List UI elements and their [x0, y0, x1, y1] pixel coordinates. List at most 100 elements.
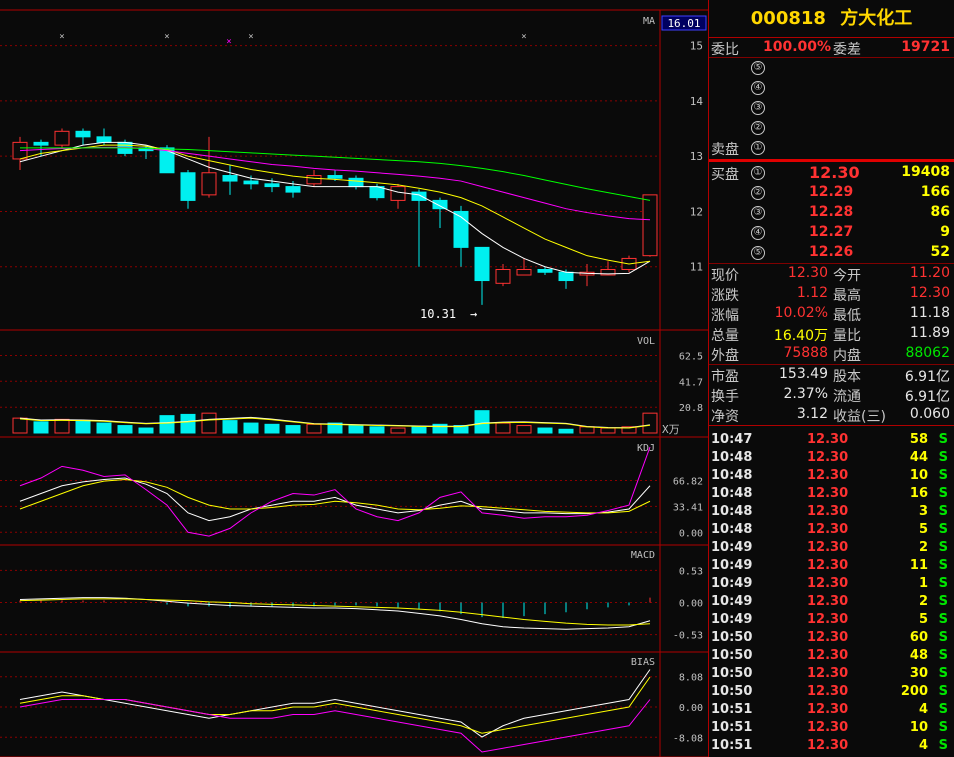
tick-volume: 5: [918, 612, 928, 627]
ma20-line: [19, 146, 651, 221]
volume-bar: [285, 425, 301, 434]
buy-order-row: ④ 12.27 9: [709, 223, 954, 243]
volume-bar: [558, 428, 574, 434]
tick-volume: 44: [909, 450, 928, 465]
buy-volume: 52: [930, 244, 950, 260]
tick-side: S: [938, 558, 948, 573]
signal-marker: ×: [248, 32, 253, 42]
bias-tick-label: -8.08: [673, 733, 703, 744]
price-panel-label: MA: [643, 16, 655, 27]
candle-body: [243, 180, 259, 185]
tick-row: 10:51 12.30 10 S: [709, 718, 954, 736]
macd-tick-label: -0.53: [673, 631, 703, 642]
tick-side: S: [938, 450, 948, 465]
tick-volume: 10: [909, 720, 928, 735]
tick-row: 10:51 12.30 4 S: [709, 736, 954, 754]
buy-volume: 9: [940, 224, 950, 240]
level-number: ⑤: [751, 61, 765, 75]
stat-label: 涨跌: [711, 288, 739, 304]
tick-row: 10:48 12.30 10 S: [709, 466, 954, 484]
sell-order-row: ②: [709, 118, 954, 138]
level-number: ②: [751, 186, 765, 200]
tick-price: 12.30: [807, 450, 849, 465]
kdj-panel-label: KDJ: [637, 443, 655, 454]
tick-price: 12.30: [807, 540, 849, 555]
volume-bar: [537, 427, 553, 434]
tick-side: S: [938, 648, 948, 663]
volume-tick-label: 62.5: [679, 352, 703, 363]
stat-value: 88062: [905, 345, 950, 361]
stat-value: 0.060: [909, 406, 950, 422]
tick-side: S: [938, 738, 948, 753]
stock-title: 000818 方大化工: [709, 0, 954, 38]
volume-bar: [411, 426, 427, 434]
stat-value: 153.49: [779, 366, 828, 382]
stat-value: 2.37%: [783, 386, 828, 402]
volume-bar: [222, 420, 238, 434]
tick-side: S: [938, 720, 948, 735]
sell-order-row: 卖盘 ①: [709, 138, 954, 158]
tick-volume: 4: [918, 702, 928, 717]
tick-time: 10:51: [711, 738, 753, 753]
volume-bar: [600, 427, 616, 434]
tick-row: 10:51 12.30 4 S: [709, 700, 954, 718]
tick-time: 10:49: [711, 594, 753, 609]
price-tick-label: 11: [690, 261, 703, 274]
macd-tick-label: 0.00: [679, 599, 703, 610]
fundamental-row: 净资 3.12 收益(三) 0.060: [709, 405, 954, 425]
stat-row: 涨跌 1.12 最高 12.30: [709, 284, 954, 304]
candle-body: [54, 130, 70, 146]
buy-volume: 19408: [901, 164, 950, 180]
tick-time: 10:48: [711, 504, 753, 519]
stat-value: 10.02%: [774, 305, 828, 321]
signal-marker: ×: [226, 37, 231, 47]
tick-side: S: [938, 594, 948, 609]
tick-price: 12.30: [807, 576, 849, 591]
tick-row: 10:50 12.30 60 S: [709, 628, 954, 646]
fundamental-row: 市盈 153.49 股本 6.91亿: [709, 365, 954, 385]
kline-chart[interactable]: 15 14 13 12 11 MA 16.01 × × × × × 10.31 → 62.5 41.7 20.8…: [0, 0, 708, 757]
weibi-value: 100.00%: [763, 39, 832, 55]
tick-row: 10:50 12.30 30 S: [709, 664, 954, 682]
tick-time: 10:49: [711, 558, 753, 573]
stat-label: 换手: [711, 389, 739, 405]
volume-bar: [117, 425, 133, 434]
price-tick-label: 14: [690, 95, 704, 108]
price-tick-label: 13: [690, 150, 703, 163]
tick-price: 12.30: [807, 558, 849, 573]
stat-value: 11.18: [909, 305, 950, 321]
stat-row: 总量 16.40万 量比 11.89: [709, 324, 954, 344]
stat-label: 股本: [833, 369, 861, 385]
tick-side: S: [938, 612, 948, 627]
tick-time: 10:50: [711, 666, 753, 681]
stat-label: 外盘: [711, 348, 739, 364]
tick-volume: 3: [918, 504, 928, 519]
weicha-value: 19721: [901, 39, 950, 55]
kline-chart-area[interactable]: 15 14 13 12 11 MA 16.01 × × × × × 10.31 → 62.5 41.7 20.8…: [0, 0, 708, 757]
candle-body: [558, 271, 574, 282]
current-price-value: 16.01: [667, 17, 700, 30]
tick-volume: 48: [909, 648, 928, 663]
volume-tick-label: 41.7: [679, 377, 703, 388]
level-number: ⑤: [751, 246, 765, 260]
tick-volume: 58: [909, 432, 928, 447]
stat-row: 现价 12.30 今开 11.20: [709, 264, 954, 284]
tick-side: S: [938, 486, 948, 501]
divider: [709, 159, 954, 162]
tick-time: 10:48: [711, 522, 753, 537]
candle-body: [474, 246, 490, 282]
stat-value: 12.30: [787, 265, 828, 281]
stat-label: 涨幅: [711, 308, 739, 324]
tick-price: 12.30: [807, 504, 849, 519]
tick-list[interactable]: 10:47 12.30 58 S 10:48 12.30 44 S 10:48 12.30 10 S 1…: [709, 426, 954, 754]
macd-panel-label: MACD: [631, 550, 655, 561]
tick-volume: 60: [909, 630, 928, 645]
tick-side: S: [938, 468, 948, 483]
weicha-label: 委差: [833, 42, 861, 58]
candle-body: [285, 186, 301, 193]
buy-price: 12.26: [809, 244, 854, 260]
candle-body: [348, 177, 364, 188]
kdj-tick-label: 66.82: [673, 476, 703, 487]
volume-bar: [642, 412, 658, 434]
tick-row: 10:47 12.30 58 S: [709, 430, 954, 448]
